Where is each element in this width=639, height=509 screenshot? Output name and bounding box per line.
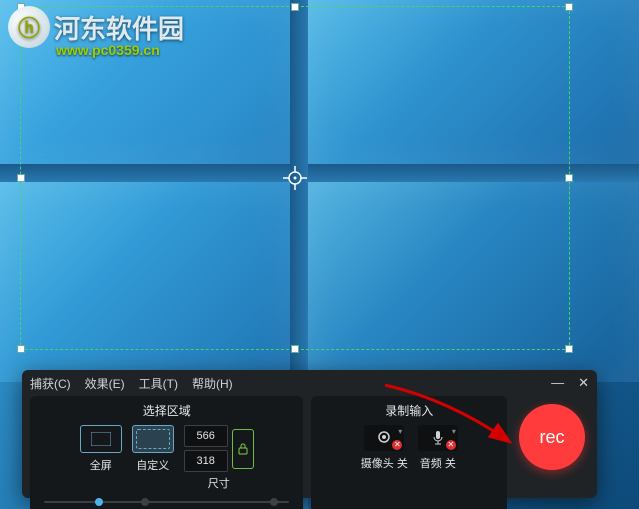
resize-handle-ne[interactable] <box>565 3 573 11</box>
resize-handle-n[interactable] <box>291 3 299 11</box>
microphone-icon <box>431 430 445 446</box>
menu-help[interactable]: 帮助(H) <box>192 375 233 392</box>
record-button[interactable]: rec <box>519 404 585 470</box>
height-input[interactable] <box>184 450 228 472</box>
size-slider[interactable] <box>38 495 295 509</box>
lock-icon <box>238 443 248 455</box>
disabled-badge-icon: ✕ <box>446 440 456 450</box>
fullscreen-label: 全屏 <box>90 457 112 473</box>
site-logo-icon: ⓗ <box>8 6 50 48</box>
lock-aspect-button[interactable] <box>232 429 254 469</box>
desktop-background: ⓗ 河东软件园 www.pc0359.cn 捕获(C) 效果(E) 工具(T) … <box>0 0 639 509</box>
capture-selection-rectangle[interactable] <box>20 6 570 350</box>
watermark-logo: ⓗ 河东软件园 <box>8 6 184 48</box>
record-label: rec <box>540 427 565 448</box>
input-group: 录制输入 ▾ ✕ 摄像头 关 ▾ ✕ <box>311 396 507 509</box>
region-group-title: 选择区域 <box>143 402 191 419</box>
camera-label: 摄像头 关 <box>361 455 408 471</box>
width-input[interactable] <box>184 425 228 447</box>
menu-tools[interactable]: 工具(T) <box>139 375 178 392</box>
size-controls: 尺寸 <box>184 425 254 491</box>
fullscreen-option[interactable]: 全屏 <box>80 425 122 473</box>
minimize-button[interactable]: — <box>551 375 564 391</box>
resize-handle-sw[interactable] <box>17 345 25 353</box>
audio-label: 音频 关 <box>420 455 456 471</box>
resize-handle-e[interactable] <box>565 174 573 182</box>
chevron-down-icon[interactable]: ▾ <box>452 427 456 436</box>
custom-label: 自定义 <box>136 457 169 473</box>
size-label: 尺寸 <box>208 475 230 491</box>
menubar: 捕获(C) 效果(E) 工具(T) 帮助(H) — ✕ <box>22 370 597 396</box>
camera-toggle[interactable]: ▾ ✕ 摄像头 关 <box>361 425 408 471</box>
disabled-badge-icon: ✕ <box>392 440 402 450</box>
recorder-panel: 捕获(C) 效果(E) 工具(T) 帮助(H) — ✕ 选择区域 全屏 <box>22 370 597 498</box>
menu-capture[interactable]: 捕获(C) <box>30 375 71 392</box>
fullscreen-icon <box>91 432 111 446</box>
audio-toggle[interactable]: ▾ ✕ 音频 关 <box>418 425 458 471</box>
crosshair-icon[interactable] <box>283 166 307 190</box>
resize-handle-s[interactable] <box>291 345 299 353</box>
region-group: 选择区域 全屏 自定义 <box>30 396 303 509</box>
resize-handle-se[interactable] <box>565 345 573 353</box>
custom-region-icon <box>136 429 170 449</box>
menu-effects[interactable]: 效果(E) <box>85 375 125 392</box>
resize-handle-w[interactable] <box>17 174 25 182</box>
close-button[interactable]: ✕ <box>578 375 589 391</box>
custom-option[interactable]: 自定义 <box>132 425 174 473</box>
site-name: 河东软件园 <box>54 9 184 46</box>
webcam-icon <box>375 431 393 445</box>
input-group-title: 录制输入 <box>385 402 433 419</box>
chevron-down-icon[interactable]: ▾ <box>398 427 402 436</box>
